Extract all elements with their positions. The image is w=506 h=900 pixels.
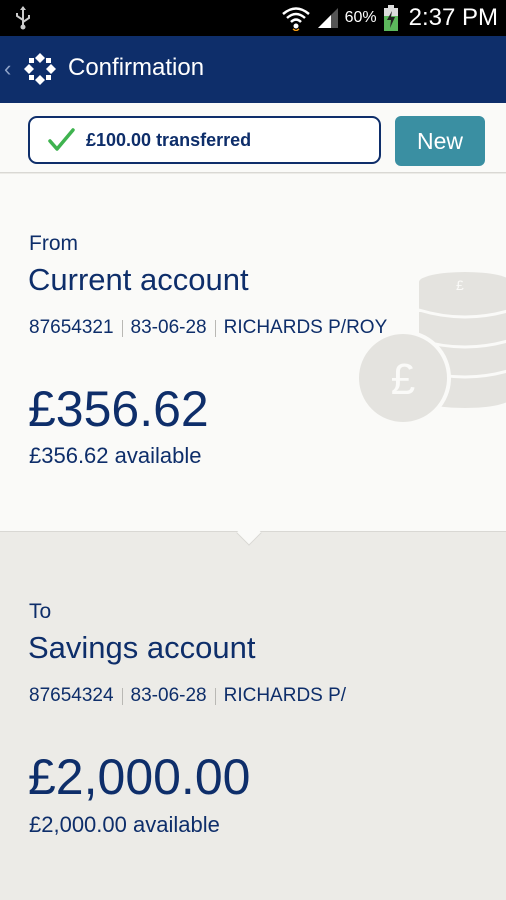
to-sort-code: 83-06-28 xyxy=(130,685,207,706)
coins-pound-icon: £ £ xyxy=(355,272,506,426)
battery-charging-icon xyxy=(383,5,398,31)
from-account-holder: RICHARDS P/ROY xyxy=(223,317,388,338)
bank-logo[interactable] xyxy=(22,51,58,87)
from-label: From xyxy=(29,232,78,255)
to-account-card xyxy=(0,533,506,900)
divider xyxy=(121,687,123,705)
to-account-name: Savings account xyxy=(28,630,256,665)
wifi-icon xyxy=(281,7,310,31)
status-bar: 60% 2:37 PM xyxy=(0,0,506,36)
confirmation-message: £100.00 transferred xyxy=(86,129,252,150)
svg-text:£: £ xyxy=(456,277,464,293)
from-account-details: 87654321 83-06-28 RICHARDS P/ROY xyxy=(29,317,387,339)
back-chevron-icon[interactable]: ‹ xyxy=(4,56,11,82)
to-account-holder: RICHARDS P/ xyxy=(223,685,347,706)
app-bar: ‹ Confirmation xyxy=(0,36,506,103)
from-sort-code: 83-06-28 xyxy=(130,317,207,338)
from-balance: £356.62 xyxy=(28,381,209,437)
divider xyxy=(214,687,216,705)
svg-text:£: £ xyxy=(391,355,415,404)
to-account-number: 87654324 xyxy=(29,685,114,706)
from-available: £356.62 available xyxy=(29,443,202,468)
battery-percent: 60% xyxy=(344,9,377,26)
page-title: Confirmation xyxy=(68,54,205,81)
from-account-name: Current account xyxy=(28,262,249,297)
to-balance: £2,000.00 xyxy=(28,749,251,805)
clock: 2:37 PM xyxy=(408,4,498,31)
to-available: £2,000.00 available xyxy=(29,812,220,837)
to-account-details: 87654324 83-06-28 RICHARDS P/ xyxy=(29,685,346,707)
from-account-number: 87654321 xyxy=(29,317,114,338)
checkmark-icon xyxy=(48,128,75,151)
usb-icon xyxy=(16,6,30,30)
signal-icon xyxy=(317,8,338,28)
to-label: To xyxy=(29,600,52,623)
new-transfer-button[interactable]: New xyxy=(395,116,485,166)
confirmation-bar: £100.00 transferred New xyxy=(0,103,506,173)
divider xyxy=(121,319,123,337)
divider xyxy=(214,319,216,337)
transfer-confirmation-banner: £100.00 transferred xyxy=(28,116,381,164)
